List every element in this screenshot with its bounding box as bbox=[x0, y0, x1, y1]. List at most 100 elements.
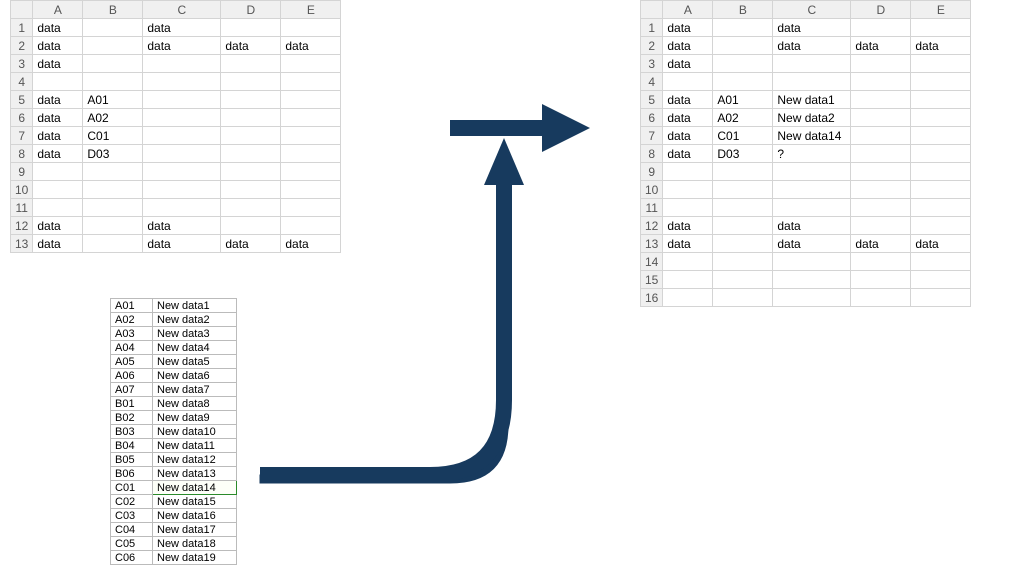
cell[interactable] bbox=[773, 73, 851, 91]
cell[interactable] bbox=[851, 91, 911, 109]
cell[interactable] bbox=[713, 271, 773, 289]
cell[interactable] bbox=[713, 73, 773, 91]
lookup-key[interactable]: A02 bbox=[111, 313, 153, 327]
lookup-value[interactable]: New data12 bbox=[153, 453, 237, 467]
cell[interactable] bbox=[713, 235, 773, 253]
cell[interactable]: data bbox=[33, 217, 83, 235]
row-header[interactable]: 4 bbox=[11, 73, 33, 91]
lookup-key[interactable]: B01 bbox=[111, 397, 153, 411]
cell[interactable] bbox=[281, 19, 341, 37]
cell[interactable] bbox=[663, 271, 713, 289]
cell[interactable] bbox=[911, 19, 971, 37]
lookup-value[interactable]: New data3 bbox=[153, 327, 237, 341]
cell[interactable] bbox=[773, 271, 851, 289]
cell[interactable] bbox=[143, 127, 221, 145]
cell[interactable]: data bbox=[911, 37, 971, 55]
lookup-value[interactable]: New data7 bbox=[153, 383, 237, 397]
lookup-key[interactable]: B02 bbox=[111, 411, 153, 425]
lookup-key[interactable]: A04 bbox=[111, 341, 153, 355]
cell[interactable] bbox=[83, 55, 143, 73]
col-header[interactable]: E bbox=[281, 1, 341, 19]
cell[interactable]: data bbox=[663, 37, 713, 55]
cell[interactable]: New data1 bbox=[773, 91, 851, 109]
cell[interactable]: data bbox=[33, 109, 83, 127]
lookup-value[interactable]: New data8 bbox=[153, 397, 237, 411]
cell[interactable]: ? bbox=[773, 145, 851, 163]
lookup-value[interactable]: New data13 bbox=[153, 467, 237, 481]
cell[interactable]: data bbox=[851, 37, 911, 55]
cell[interactable]: New data14 bbox=[773, 127, 851, 145]
row-header[interactable]: 7 bbox=[11, 127, 33, 145]
cell[interactable]: data bbox=[851, 235, 911, 253]
cell[interactable] bbox=[911, 145, 971, 163]
lookup-value[interactable]: New data9 bbox=[153, 411, 237, 425]
cell[interactable] bbox=[83, 163, 143, 181]
cell[interactable] bbox=[143, 145, 221, 163]
cell[interactable] bbox=[851, 163, 911, 181]
cell[interactable] bbox=[713, 55, 773, 73]
cell[interactable] bbox=[851, 127, 911, 145]
cell[interactable]: data bbox=[143, 235, 221, 253]
grid-right[interactable]: A B C D E 1datadata2datadatadatadata3dat… bbox=[640, 0, 971, 307]
cell[interactable] bbox=[911, 253, 971, 271]
row-header[interactable]: 12 bbox=[641, 217, 663, 235]
cell[interactable] bbox=[663, 181, 713, 199]
cell[interactable] bbox=[911, 91, 971, 109]
lookup-key[interactable]: C01 bbox=[111, 481, 153, 495]
cell[interactable]: data bbox=[221, 37, 281, 55]
col-header[interactable]: D bbox=[851, 1, 911, 19]
cell[interactable] bbox=[143, 163, 221, 181]
cell[interactable] bbox=[221, 55, 281, 73]
cell[interactable]: A01 bbox=[713, 91, 773, 109]
cell[interactable] bbox=[911, 271, 971, 289]
row-header[interactable]: 8 bbox=[641, 145, 663, 163]
cell[interactable] bbox=[851, 217, 911, 235]
cell[interactable] bbox=[851, 199, 911, 217]
row-header[interactable]: 16 bbox=[641, 289, 663, 307]
cell[interactable] bbox=[663, 199, 713, 217]
lookup-value[interactable]: New data4 bbox=[153, 341, 237, 355]
row-header[interactable]: 11 bbox=[641, 199, 663, 217]
row-header[interactable]: 9 bbox=[11, 163, 33, 181]
cell[interactable] bbox=[33, 163, 83, 181]
cell[interactable] bbox=[83, 19, 143, 37]
lookup-key[interactable]: C03 bbox=[111, 509, 153, 523]
row-header[interactable]: 2 bbox=[641, 37, 663, 55]
cell[interactable] bbox=[713, 163, 773, 181]
cell[interactable] bbox=[143, 109, 221, 127]
lookup-key[interactable]: B04 bbox=[111, 439, 153, 453]
row-header[interactable]: 2 bbox=[11, 37, 33, 55]
cell[interactable] bbox=[221, 19, 281, 37]
lookup-value[interactable]: New data5 bbox=[153, 355, 237, 369]
cell[interactable] bbox=[143, 55, 221, 73]
cell[interactable] bbox=[851, 145, 911, 163]
cell[interactable]: D03 bbox=[713, 145, 773, 163]
row-header[interactable]: 3 bbox=[641, 55, 663, 73]
cell[interactable] bbox=[83, 199, 143, 217]
cell[interactable]: A02 bbox=[713, 109, 773, 127]
cell[interactable] bbox=[663, 289, 713, 307]
lookup-value[interactable]: New data2 bbox=[153, 313, 237, 327]
cell[interactable] bbox=[713, 181, 773, 199]
lookup-value[interactable]: New data6 bbox=[153, 369, 237, 383]
cell[interactable]: C01 bbox=[713, 127, 773, 145]
row-header[interactable]: 6 bbox=[641, 109, 663, 127]
cell[interactable]: D03 bbox=[83, 145, 143, 163]
col-header[interactable]: C bbox=[773, 1, 851, 19]
lookup-value[interactable]: New data17 bbox=[153, 523, 237, 537]
cell[interactable] bbox=[851, 73, 911, 91]
cell[interactable] bbox=[713, 19, 773, 37]
cell[interactable] bbox=[773, 163, 851, 181]
lookup-key[interactable]: A03 bbox=[111, 327, 153, 341]
lookup-value[interactable]: New data16 bbox=[153, 509, 237, 523]
row-header[interactable]: 3 bbox=[11, 55, 33, 73]
cell[interactable] bbox=[143, 73, 221, 91]
cell[interactable] bbox=[911, 55, 971, 73]
cell[interactable]: data bbox=[33, 19, 83, 37]
cell[interactable] bbox=[33, 73, 83, 91]
col-header[interactable]: B bbox=[83, 1, 143, 19]
cell[interactable] bbox=[851, 19, 911, 37]
row-header[interactable]: 9 bbox=[641, 163, 663, 181]
col-header[interactable]: E bbox=[911, 1, 971, 19]
cell[interactable] bbox=[851, 181, 911, 199]
